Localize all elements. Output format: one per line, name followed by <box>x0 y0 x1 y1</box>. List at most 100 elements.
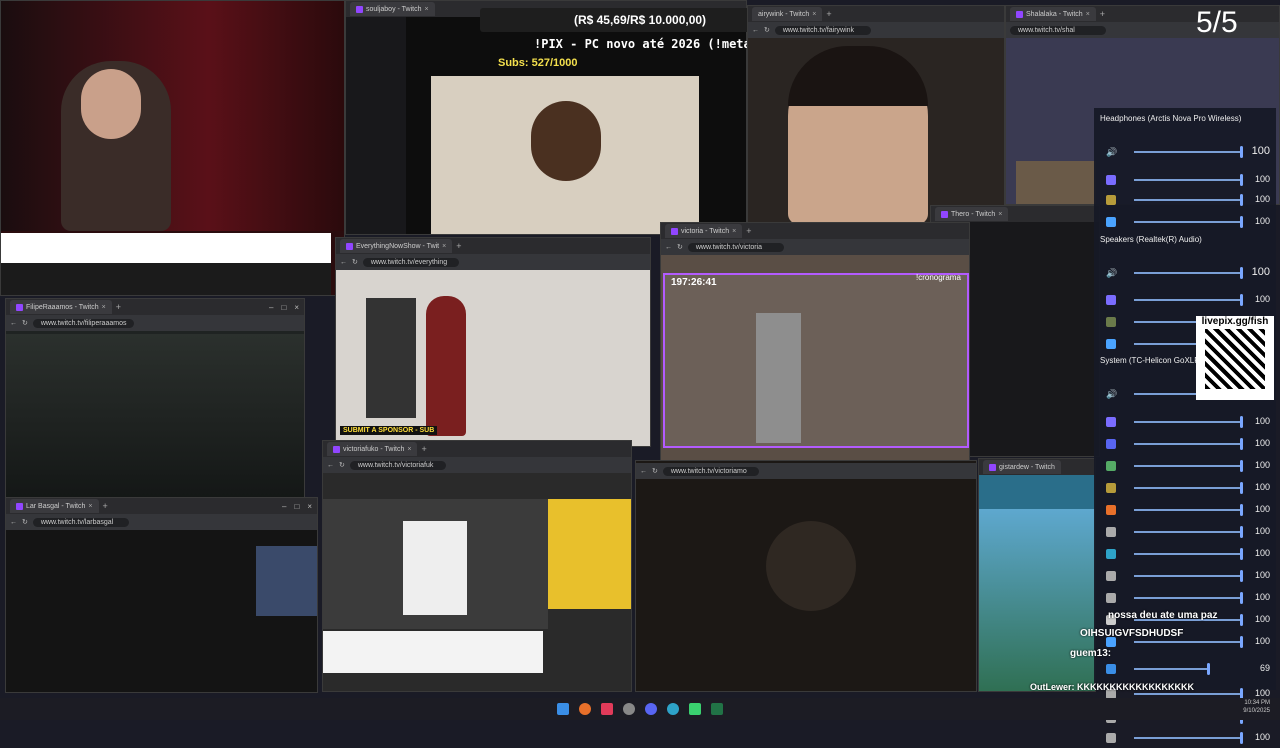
volume-slider-row[interactable]: 100 <box>1094 434 1276 454</box>
volume-slider-row[interactable]: 100 <box>1094 456 1276 476</box>
edge-icon[interactable] <box>667 703 679 715</box>
close-icon[interactable]: × <box>88 503 92 510</box>
volume-slider-thumb[interactable] <box>1240 174 1243 186</box>
volume-slider-thumb[interactable] <box>1206 663 1210 675</box>
reload-icon[interactable]: ↻ <box>339 461 345 469</box>
new-tab-icon[interactable]: + <box>746 226 751 236</box>
volume-slider-thumb[interactable] <box>1240 592 1243 604</box>
tab-shalalaka[interactable]: Shalalaka - Twitch × <box>1010 7 1096 21</box>
chrome-icon[interactable] <box>623 703 635 715</box>
tab-filiperaaamos[interactable]: FilipeRaaamos - Twitch × <box>10 300 112 314</box>
volume-slider-row[interactable]: 100 <box>1094 412 1276 432</box>
volume-slider-thumb[interactable] <box>1240 504 1243 516</box>
volume-slider-row[interactable]: 69 <box>1094 659 1276 679</box>
volume-slider-track[interactable] <box>1134 531 1242 533</box>
volume-slider-thumb[interactable] <box>1240 482 1243 494</box>
volume-slider-track[interactable] <box>1134 151 1242 153</box>
window-controls[interactable]: – □ × <box>282 502 317 511</box>
volume-slider-thumb[interactable] <box>1240 146 1243 158</box>
back-icon[interactable]: ← <box>10 519 17 526</box>
new-tab-icon[interactable]: + <box>456 241 461 251</box>
volume-slider-row[interactable]: 100 <box>1094 500 1276 520</box>
browser-window-everythingnowshow[interactable]: EverythingNowShow - Twit × + ← ↻ www.twitch.… <box>335 237 651 447</box>
tab-everythingnowshow[interactable]: EverythingNowShow - Twit × <box>340 239 453 253</box>
browser-window-souljaboy[interactable]: souljaboy - Twitch × <box>345 0 747 235</box>
volume-slider-track[interactable] <box>1134 443 1242 445</box>
close-icon[interactable]: × <box>732 228 736 235</box>
volume-slider-thumb[interactable] <box>1240 460 1243 472</box>
volume-slider-thumb[interactable] <box>1240 416 1243 428</box>
reload-icon[interactable]: ↻ <box>22 319 28 327</box>
tab-larbasgal[interactable]: Lar Basgal - Twitch × <box>10 499 99 513</box>
volume-slider-row[interactable]: 100 <box>1094 522 1276 542</box>
volume-slider-row[interactable]: 100 <box>1094 588 1276 608</box>
close-icon[interactable]: × <box>812 11 816 18</box>
close-icon[interactable]: × <box>425 6 429 13</box>
reload-icon[interactable]: ↻ <box>352 258 358 266</box>
reload-icon[interactable]: ↻ <box>22 518 28 526</box>
volume-slider-track[interactable] <box>1134 737 1242 739</box>
volume-slider-track[interactable] <box>1134 641 1242 643</box>
volume-slider-track[interactable] <box>1134 553 1242 555</box>
volume-slider-thumb[interactable] <box>1240 570 1243 582</box>
start-icon[interactable] <box>557 703 569 715</box>
close-icon[interactable]: × <box>998 211 1002 218</box>
browser-window-victoriafuko[interactable]: victoriafuko - Twitch × + ← ↻ www.twitch.tv/… <box>322 440 632 692</box>
back-icon[interactable]: ← <box>327 462 334 469</box>
discord-icon[interactable] <box>645 703 657 715</box>
volume-slider-thumb[interactable] <box>1240 636 1243 648</box>
music-icon[interactable] <box>601 703 613 715</box>
volume-slider-track[interactable] <box>1134 693 1242 695</box>
address-bar[interactable]: ← ↻ www.twitch.tv/larbasgal <box>6 514 317 530</box>
volume-slider-track[interactable] <box>1134 597 1242 599</box>
volume-slider-track[interactable] <box>1134 509 1242 511</box>
firefox-icon[interactable] <box>579 703 591 715</box>
volume-slider-track[interactable] <box>1134 668 1209 670</box>
browser-window-fairywink[interactable]: airywink - Twitch × + ← ↻ www.twitch.tv/fair… <box>747 5 1005 223</box>
address-bar[interactable]: www.twitch.tv/shal <box>1006 22 1279 38</box>
new-tab-icon[interactable]: + <box>103 501 108 511</box>
reload-icon[interactable]: ↻ <box>677 243 683 251</box>
window-controls[interactable]: – □ × <box>269 303 304 312</box>
back-icon[interactable]: ← <box>640 468 647 475</box>
volume-slider-row[interactable]: 100 <box>1094 728 1276 748</box>
address-bar[interactable]: ← ↻ www.twitch.tv/filiperaaamos <box>6 315 304 331</box>
volume-slider-thumb[interactable] <box>1240 438 1243 450</box>
reload-icon[interactable]: ↻ <box>764 26 770 34</box>
volume-slider-track[interactable] <box>1134 221 1242 223</box>
address-bar[interactable]: ← ↻ www.twitch.tv/victoriafuk <box>323 457 631 473</box>
tab-fairywink[interactable]: airywink - Twitch × <box>752 7 823 21</box>
browser-window-larbasgal[interactable]: Lar Basgal - Twitch × + – □ × ← ↻ www.twitch.tv… <box>5 497 318 693</box>
new-tab-icon[interactable]: + <box>421 444 426 454</box>
volume-slider-row[interactable]: 100 <box>1094 566 1276 586</box>
new-tab-icon[interactable]: + <box>1100 9 1105 19</box>
volume-slider-thumb[interactable] <box>1240 294 1243 306</box>
volume-slider-track[interactable] <box>1134 299 1242 301</box>
app-icon[interactable] <box>689 703 701 715</box>
volume-slider-thumb[interactable] <box>1240 526 1243 538</box>
back-icon[interactable]: ← <box>10 320 17 327</box>
volume-slider-row[interactable]: 🔊 100 <box>1094 142 1276 162</box>
tab-victoria[interactable]: victoria - Twitch × <box>665 224 743 238</box>
tab-victoriafuko[interactable]: victoriafuko - Twitch × <box>327 442 418 456</box>
back-icon[interactable]: ← <box>340 259 347 266</box>
volume-slider-row[interactable]: 100 <box>1094 478 1276 498</box>
volume-slider-row[interactable]: 100 <box>1094 190 1276 210</box>
volume-slider-track[interactable] <box>1134 199 1242 201</box>
close-icon[interactable]: × <box>1086 11 1090 18</box>
volume-slider-row[interactable]: 100 <box>1094 544 1276 564</box>
volume-slider-row[interactable]: 🔊 100 <box>1094 263 1276 283</box>
system-tray[interactable]: 10:34 PM 9/10/2025 <box>1243 699 1270 715</box>
close-icon[interactable]: × <box>407 446 411 453</box>
back-icon[interactable]: ← <box>752 27 759 34</box>
address-bar[interactable]: ← ↻ www.twitch.tv/fairywink <box>748 22 1004 38</box>
tab-gistardew[interactable]: gistardew - Twitch <box>983 460 1061 474</box>
volume-slider-thumb[interactable] <box>1240 267 1243 279</box>
volume-slider-row[interactable]: 100 <box>1094 170 1276 190</box>
reload-icon[interactable]: ↻ <box>652 467 658 475</box>
volume-slider-track[interactable] <box>1134 465 1242 467</box>
back-icon[interactable]: ← <box>665 244 672 251</box>
volume-slider-thumb[interactable] <box>1240 614 1243 626</box>
volume-slider-track[interactable] <box>1134 179 1242 181</box>
excel-icon[interactable] <box>711 703 723 715</box>
